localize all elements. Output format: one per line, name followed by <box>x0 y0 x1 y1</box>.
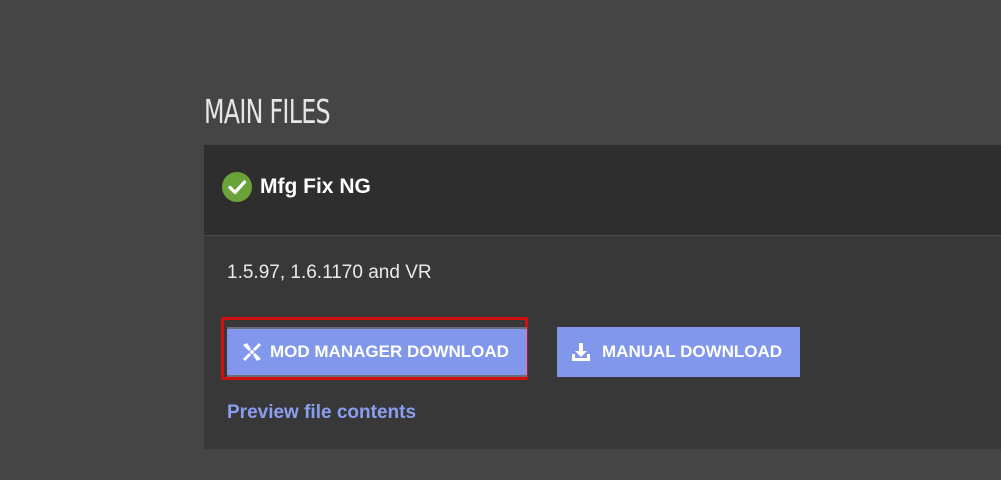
download-icon <box>572 343 590 361</box>
check-circle-icon <box>222 172 252 202</box>
manual-download-label: MANUAL DOWNLOAD <box>602 342 783 361</box>
file-name: Mfg Fix NG <box>260 175 371 198</box>
mod-manager-download-button[interactable]: MOD MANAGER DOWNLOAD <box>227 327 527 377</box>
preview-file-contents-link[interactable]: Preview file contents <box>227 400 416 426</box>
section-title: MAIN FILES <box>204 92 331 131</box>
vortex-icon <box>243 343 261 361</box>
file-header[interactable]: Mfg Fix NG <box>204 145 1001 236</box>
game-version: 1.5.97, 1.6.1170 and VR <box>227 262 432 283</box>
manual-download-button[interactable]: MANUAL DOWNLOAD <box>557 327 800 377</box>
mod-manager-download-label: MOD MANAGER DOWNLOAD <box>270 342 509 361</box>
file-card: Mfg Fix NG 1.5.97, 1.6.1170 and VR MOD M… <box>204 145 1001 449</box>
